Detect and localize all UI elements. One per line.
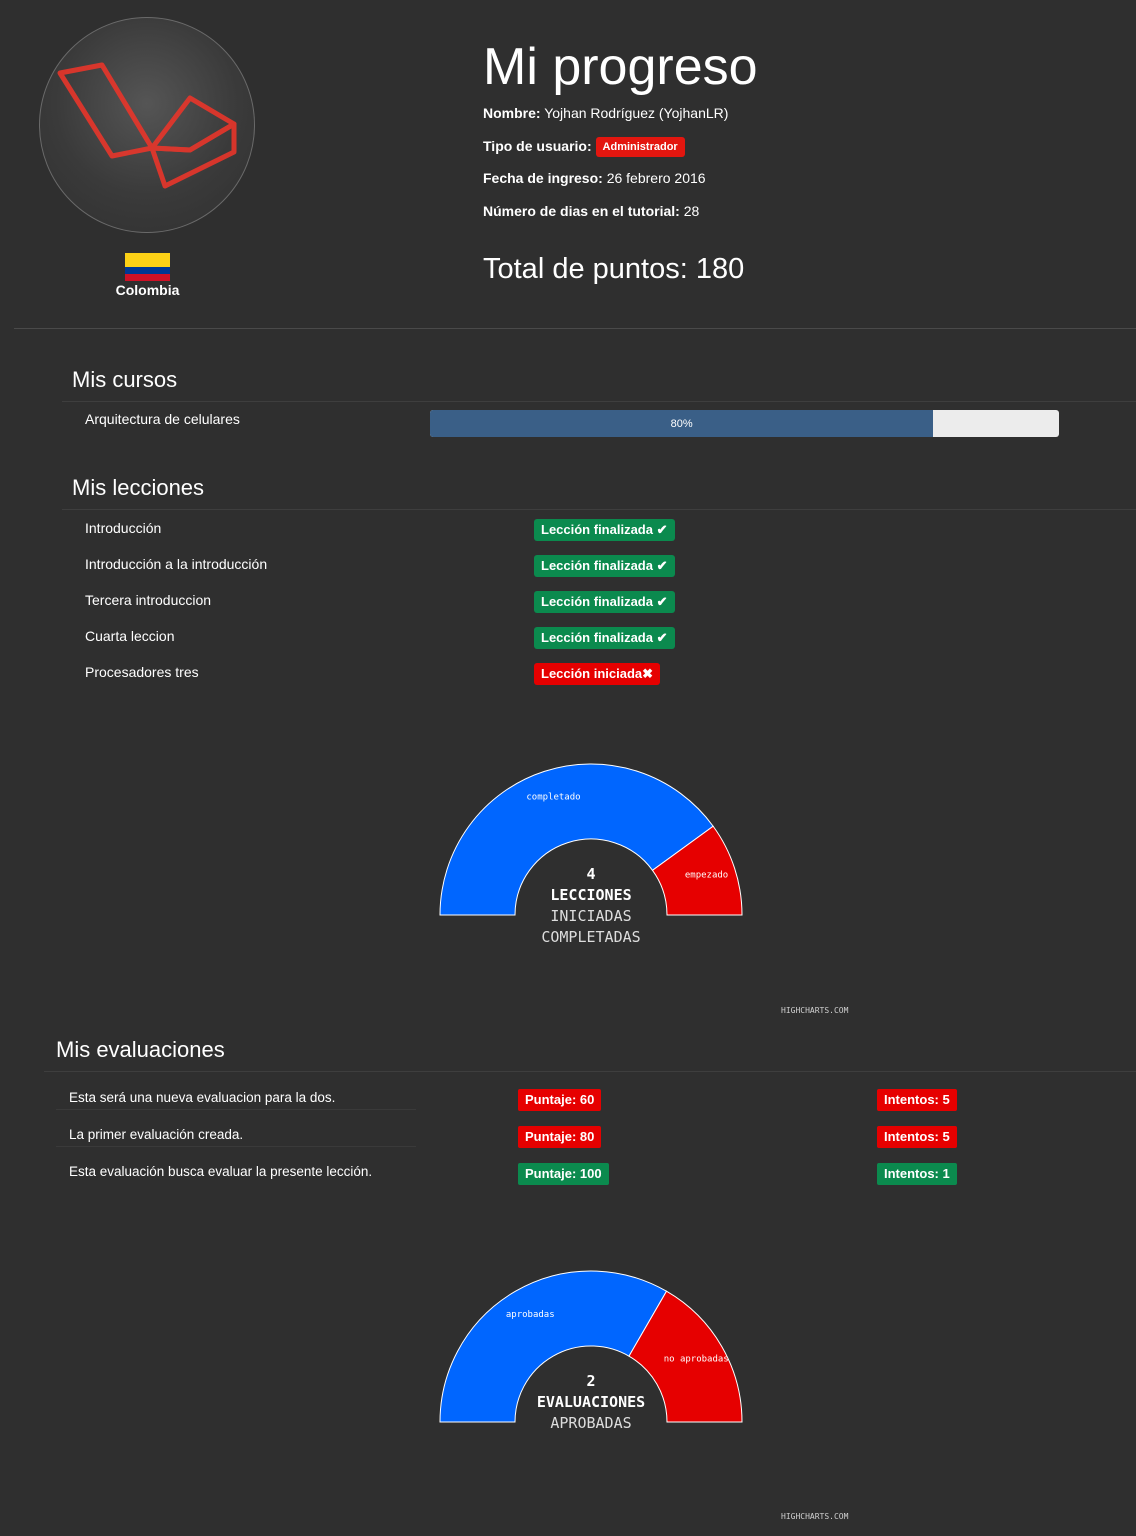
evaluations-divider: [44, 1071, 1136, 1072]
avatar: [39, 17, 255, 233]
chart-credits-2[interactable]: HIGHCHARTS.COM: [781, 1512, 848, 1521]
evaluations-title: Mis evaluaciones: [56, 1037, 225, 1062]
lesson-status-text: Lección finalizada: [541, 522, 653, 537]
courses-title: Mis cursos: [72, 367, 178, 392]
lessons-semi-donut-chart: completado empezado 4 LECCIONES INICIADAS COM…: [439, 763, 743, 946]
check-icon: ✔: [652, 630, 668, 645]
check-icon: ✔: [652, 594, 668, 609]
lesson-name[interactable]: Introducción: [85, 518, 161, 538]
evaluation-row-divider: [56, 1109, 416, 1110]
lesson-status-text: Lección finalizada: [541, 558, 653, 573]
page-title: Mi progreso: [483, 38, 758, 96]
join-date-row: Fecha de ingreso: 26 febrero 2016: [483, 168, 706, 188]
evaluation-attempts-badge: Intentos: 1: [877, 1163, 957, 1185]
evaluation-attempts-badge: Intentos: 5: [877, 1089, 957, 1111]
chart-center-text: LECCIONES: [550, 886, 631, 904]
flag-stripe-blue: [125, 267, 170, 274]
chart-center-text: COMPLETADAS: [541, 928, 640, 946]
lesson-status-badge: Lección finalizada ✔: [534, 519, 675, 541]
evaluations-semi-donut-chart: aprobadas no aprobadas 2 EVALUACIONES APROBA…: [439, 1270, 743, 1432]
evaluation-name[interactable]: Esta evaluación busca evaluar la present…: [69, 1162, 372, 1182]
lesson-name[interactable]: Introducción a la introducción: [85, 554, 267, 574]
x-icon: ✖: [642, 666, 654, 681]
join-date-label: Fecha de ingreso:: [483, 170, 603, 186]
laravel-logo-icon: [57, 62, 237, 189]
chart-data-label: completado: [526, 792, 580, 802]
evaluation-score-badge: Puntaje: 100: [518, 1163, 609, 1185]
chart-center-text: 2: [586, 1372, 595, 1390]
lesson-name[interactable]: Procesadores tres: [85, 662, 199, 682]
header-divider: [14, 328, 1136, 329]
evaluation-name[interactable]: La primer evaluación creada.: [69, 1125, 243, 1145]
chart-data-label: empezado: [685, 870, 728, 880]
days-label: Número de dias en el tutorial:: [483, 203, 680, 219]
lesson-status-text: Lección finalizada: [541, 594, 653, 609]
lesson-status-badge: Lección finalizada ✔: [534, 555, 675, 577]
evaluation-row-divider: [56, 1146, 416, 1147]
name-row: Nombre: Yojhan Rodríguez (YojhanLR): [483, 103, 728, 123]
courses-divider: [62, 401, 1136, 402]
chart-data-label: no aprobadas: [664, 1354, 729, 1364]
evaluation-attempts-badge: Intentos: 5: [877, 1126, 957, 1148]
chart-center-text: INICIADAS: [550, 907, 631, 925]
evaluation-score-badge: Puntaje: 60: [518, 1089, 602, 1111]
chart-center-text: APROBADAS: [550, 1414, 631, 1432]
days-value: 28: [683, 203, 700, 219]
name-label: Nombre:: [483, 105, 541, 121]
evaluation-score-badge: Puntaje: 80: [518, 1126, 602, 1148]
days-row: Número de dias en el tutorial: 28: [483, 201, 699, 221]
name-value: Yojhan Rodríguez (YojhanLR): [544, 105, 729, 121]
flag-stripe-red: [125, 274, 170, 281]
lesson-status-badge: Lección finalizada ✔: [534, 591, 675, 613]
evaluation-name[interactable]: Esta será una nueva evaluacion para la d…: [69, 1088, 335, 1108]
country-name: Colombia: [115, 282, 180, 298]
chart-center-text: 4: [586, 865, 595, 883]
lesson-status-badge: Lección finalizada ✔: [534, 627, 675, 649]
course-name[interactable]: Arquitectura de celulares: [85, 409, 240, 429]
check-icon: ✔: [652, 522, 668, 537]
lesson-name[interactable]: Cuarta leccion: [85, 626, 175, 646]
flag-stripe-yellow: [125, 253, 170, 267]
user-type-badge: Administrador: [595, 137, 685, 158]
chart-data-label: aprobadas: [506, 1310, 555, 1320]
lesson-name[interactable]: Tercera introduccion: [85, 590, 211, 610]
total-points: Total de puntos: 180: [483, 253, 745, 285]
lesson-status-badge: Lección iniciada✖: [534, 663, 661, 685]
join-date-value: 26 febrero 2016: [606, 170, 706, 186]
chart-center-text: EVALUACIONES: [537, 1393, 645, 1411]
check-icon: ✔: [652, 558, 668, 573]
user-type-row: Tipo de usuario: Administrador: [483, 136, 685, 158]
user-type-label: Tipo de usuario:: [483, 138, 592, 154]
lessons-divider: [62, 509, 1136, 510]
lessons-title: Mis lecciones: [72, 475, 205, 500]
lesson-status-text: Lección iniciada: [541, 666, 643, 681]
course-progress-bar: 80%: [430, 410, 1059, 437]
course-progress-fill: 80%: [430, 410, 934, 437]
lesson-status-text: Lección finalizada: [541, 630, 653, 645]
country-flag: [125, 253, 170, 281]
chart-credits-1[interactable]: HIGHCHARTS.COM: [781, 1006, 848, 1015]
